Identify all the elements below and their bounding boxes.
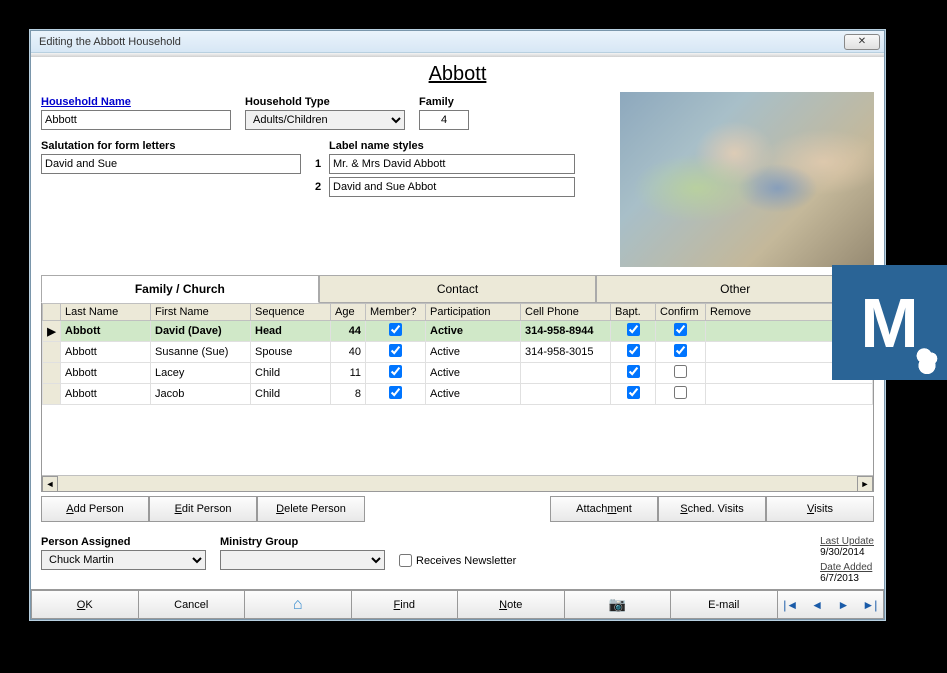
confirm-checkbox[interactable] [674, 365, 687, 378]
confirm-checkbox[interactable] [674, 344, 687, 357]
family-photo [620, 92, 874, 267]
email-button[interactable]: E-mail [670, 590, 777, 619]
salutation-input[interactable] [41, 154, 301, 174]
table-row[interactable]: AbbottJacobChild8Active [43, 384, 873, 405]
find-button[interactable]: Find [351, 590, 458, 619]
household-edit-window: Editing the Abbott Household ✕ Abbott Ho… [30, 30, 885, 620]
label-style-2-input[interactable] [329, 177, 575, 197]
bapt-checkbox[interactable] [627, 386, 640, 399]
member-checkbox[interactable] [389, 323, 402, 336]
nav-next-icon[interactable]: ► [830, 591, 856, 618]
confirm-checkbox[interactable] [674, 323, 687, 336]
note-button[interactable]: Note [457, 590, 564, 619]
meta-dates: Last Update 9/30/2014 Date Added 6/7/201… [820, 536, 874, 584]
scroll-left-icon[interactable]: ◄ [42, 476, 58, 492]
col-last-name[interactable]: Last Name [61, 304, 151, 321]
household-type-label: Household Type [245, 96, 405, 108]
close-icon[interactable]: ✕ [844, 34, 880, 50]
members-table: Last Name First Name Sequence Age Member… [42, 303, 873, 405]
label-num-1: 1 [315, 158, 325, 170]
family-label: Family [419, 96, 469, 108]
col-indicator [43, 304, 61, 321]
member-checkbox[interactable] [389, 344, 402, 357]
bapt-checkbox[interactable] [627, 344, 640, 357]
scroll-right-icon[interactable]: ► [857, 476, 873, 492]
salutation-label: Salutation for form letters [41, 140, 301, 152]
col-member[interactable]: Member? [366, 304, 426, 321]
nav-first-icon[interactable]: |◄ [778, 591, 804, 618]
home-icon: ⌂ [293, 596, 303, 614]
cancel-button[interactable]: Cancel [138, 590, 245, 619]
receives-newsletter-checkbox[interactable] [399, 554, 412, 567]
ok-button[interactable]: OK [31, 590, 138, 619]
label-style-1-input[interactable] [329, 154, 575, 174]
app-logo: M [832, 265, 947, 380]
col-age[interactable]: Age [331, 304, 366, 321]
tab-contact[interactable]: Contact [319, 275, 597, 303]
bapt-checkbox[interactable] [627, 323, 640, 336]
bapt-checkbox[interactable] [627, 365, 640, 378]
household-type-select[interactable]: Adults/Children [245, 110, 405, 130]
page-title: Abbott [41, 57, 874, 92]
add-person-button[interactable]: Add Person [41, 496, 149, 522]
receives-newsletter-label: Receives Newsletter [416, 555, 516, 567]
ministry-group-select[interactable] [220, 550, 385, 570]
person-assigned-select[interactable]: Chuck Martin [41, 550, 206, 570]
home-button[interactable]: ⌂ [244, 590, 351, 619]
col-sequence[interactable]: Sequence [251, 304, 331, 321]
attachment-button[interactable]: Attachment [550, 496, 658, 522]
window-title: Editing the Abbott Household [39, 36, 181, 48]
col-participation[interactable]: Participation [426, 304, 521, 321]
col-bapt[interactable]: Bapt. [611, 304, 656, 321]
col-confirm[interactable]: Confirm [656, 304, 706, 321]
table-row[interactable]: AbbottLaceyChild11Active [43, 363, 873, 384]
member-checkbox[interactable] [389, 365, 402, 378]
delete-person-button[interactable]: Delete Person [257, 496, 365, 522]
person-assigned-label: Person Assigned [41, 536, 206, 548]
confirm-checkbox[interactable] [674, 386, 687, 399]
col-first-name[interactable]: First Name [151, 304, 251, 321]
table-row[interactable]: ▶AbbottDavid (Dave)Head44Active314-958-8… [43, 321, 873, 342]
tab-family-church[interactable]: Family / Church [41, 275, 319, 303]
family-input[interactable] [419, 110, 469, 130]
titlebar: Editing the Abbott Household ✕ [31, 31, 884, 53]
nav-prev-icon[interactable]: ◄ [804, 591, 830, 618]
label-num-2: 2 [315, 181, 325, 193]
horizontal-scrollbar[interactable]: ◄ ► [42, 475, 873, 491]
nav-last-icon[interactable]: ►| [857, 591, 883, 618]
col-cell-phone[interactable]: Cell Phone [521, 304, 611, 321]
camera-icon: 📷 [609, 596, 626, 613]
member-checkbox[interactable] [389, 386, 402, 399]
sched-visits-button[interactable]: Sched. Visits [658, 496, 766, 522]
ministry-group-label: Ministry Group [220, 536, 385, 548]
household-name-input[interactable] [41, 110, 231, 130]
household-name-label: Household Name [41, 96, 231, 108]
visits-button[interactable]: Visits [766, 496, 874, 522]
photo-button[interactable]: 📷 [564, 590, 671, 619]
label-styles-label: Label name styles [329, 140, 575, 152]
table-row[interactable]: AbbottSusanne (Sue)Spouse40Active314-958… [43, 342, 873, 363]
edit-person-button[interactable]: Edit Person [149, 496, 257, 522]
